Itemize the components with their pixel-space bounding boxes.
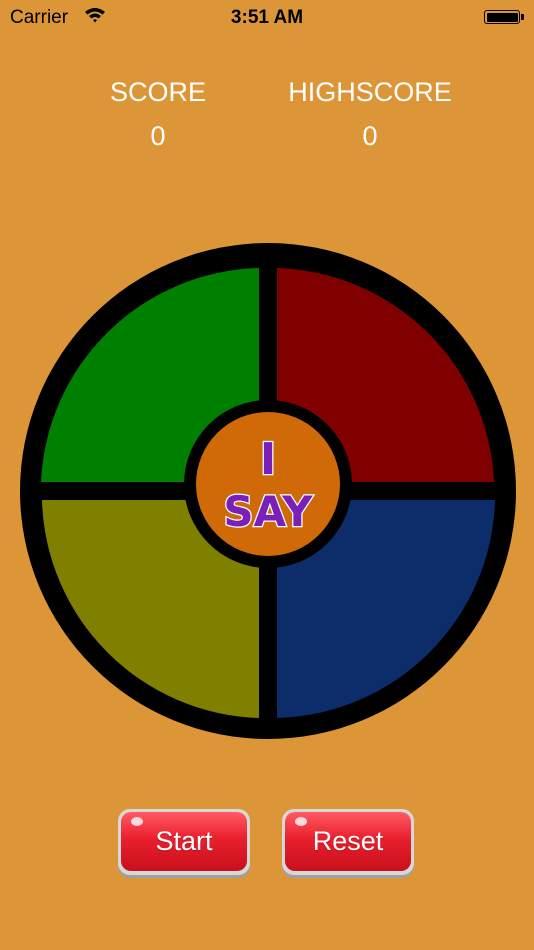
reset-button[interactable]: Reset <box>282 809 414 875</box>
start-button[interactable]: Start <box>118 809 250 875</box>
logo-line-1: I <box>260 434 276 485</box>
reset-button-label: Reset <box>312 826 384 856</box>
start-button-label: Start <box>155 826 213 856</box>
simon-board: I SAY <box>20 243 516 739</box>
reset-button-shine <box>295 817 307 826</box>
start-button-face[interactable]: Start <box>121 812 247 871</box>
reset-button-face[interactable]: Reset <box>285 812 411 871</box>
start-button-shine <box>131 817 143 826</box>
logo-line-2: SAY <box>223 487 313 536</box>
